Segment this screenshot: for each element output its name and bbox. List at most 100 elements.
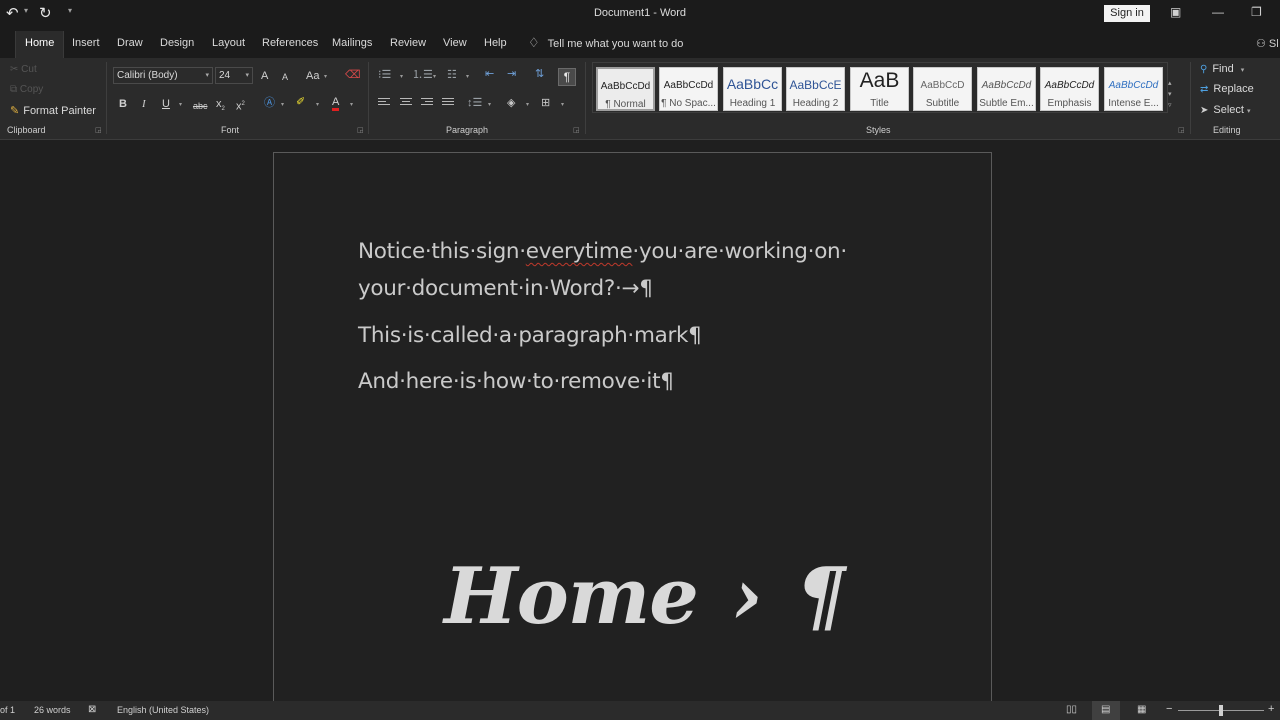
tab-references[interactable]: References <box>262 37 318 49</box>
language-indicator[interactable]: English (United States) <box>117 705 209 715</box>
tab-draw[interactable]: Draw <box>117 37 143 49</box>
underline-button[interactable]: U <box>162 97 170 111</box>
document-page[interactable]: Notice·this·sign·everytime·you·are·worki… <box>273 152 992 712</box>
paragraph-2[interactable]: This·is·called·a·paragraph·mark¶ <box>358 323 702 348</box>
style-no-spacing[interactable]: AaBbCcDd ¶ No Spac... <box>659 67 718 111</box>
read-mode-icon[interactable]: ▯▯ <box>1066 704 1077 715</box>
proofing-icon[interactable]: ⊠ <box>88 704 96 715</box>
sort-icon[interactable]: ⇅ <box>535 67 544 81</box>
zoom-out-icon[interactable]: − <box>1166 703 1172 715</box>
paragraph-1-line-1[interactable]: Notice·this·sign·everytime·you·are·worki… <box>358 239 847 264</box>
paragraph-3[interactable]: And·here·is·how·to·remove·it¶ <box>358 369 674 394</box>
styles-scroll[interactable]: ▴ ▾ ▿ <box>1168 78 1172 111</box>
divider <box>368 62 369 134</box>
font-size-combo[interactable]: 24 ▾ <box>215 67 253 84</box>
clear-formatting-icon[interactable]: ⌫ <box>345 68 361 82</box>
tab-mailings[interactable]: Mailings <box>332 37 372 49</box>
text-run: ·you·are·working·on· <box>632 239 847 264</box>
zoom-slider-thumb[interactable] <box>1219 705 1223 716</box>
tab-review[interactable]: Review <box>390 37 426 49</box>
restore-icon[interactable]: ❐ <box>1251 5 1262 19</box>
justify-icon[interactable] <box>442 98 454 108</box>
tell-me-label: Tell me what you want to do <box>547 38 684 50</box>
align-center-icon[interactable] <box>400 98 412 108</box>
highlight-icon[interactable]: ✐ <box>296 95 305 109</box>
bullets-icon[interactable]: ⁝☰ <box>378 68 391 82</box>
strikethrough-button[interactable]: abc <box>193 99 208 113</box>
tab-home[interactable]: Home <box>15 31 65 58</box>
line-spacing-icon[interactable]: ↕☰ <box>467 96 482 110</box>
ribbon-tabs: Home Insert Draw Design Layout Reference… <box>0 28 1280 58</box>
font-launcher-icon[interactable]: ◲ <box>357 126 364 134</box>
divider <box>585 62 586 134</box>
tab-help[interactable]: Help <box>484 37 507 49</box>
style-heading-2[interactable]: AaBbCcE Heading 2 <box>786 67 845 111</box>
chevron-down-icon[interactable]: ▾ <box>466 73 469 80</box>
multilevel-list-icon[interactable]: ☷ <box>447 68 457 82</box>
zoom-in-icon[interactable]: + <box>1268 703 1274 715</box>
superscript-button[interactable]: x2 <box>236 97 245 114</box>
style-subtle-emphasis[interactable]: AaBbCcDd Subtle Em... <box>977 67 1036 111</box>
cut-button[interactable]: ✂ Cut <box>10 64 37 75</box>
style-name: Emphasis <box>1047 98 1092 109</box>
chevron-down-icon[interactable]: ▾ <box>400 73 403 80</box>
show-hide-paragraph-marks-button[interactable]: ¶ <box>558 68 576 86</box>
share-button[interactable]: ⚇ Sl <box>1256 37 1279 50</box>
subscript-button[interactable]: x2 <box>216 97 225 116</box>
chevron-down-icon[interactable]: ▾ <box>526 101 529 108</box>
paragraph-launcher-icon[interactable]: ◲ <box>573 126 580 134</box>
numbering-icon[interactable]: ⒈☰ <box>412 68 433 82</box>
style-heading-1[interactable]: AaBbCc Heading 1 <box>723 67 782 111</box>
select-button[interactable]: ➤ Select ▾ <box>1200 104 1251 116</box>
shading-icon[interactable]: ◈ <box>507 96 515 110</box>
chevron-down-icon[interactable]: ▾ <box>350 101 353 108</box>
find-button[interactable]: ⚲ Find ▾ <box>1200 63 1244 75</box>
chevron-down-icon[interactable]: ▾ <box>281 101 284 108</box>
font-name-combo[interactable]: Calibri (Body) ▾ <box>113 67 213 84</box>
font-color-button[interactable]: A <box>332 96 340 111</box>
tab-view[interactable]: View <box>443 37 467 49</box>
replace-button[interactable]: ⇄ Replace <box>1200 83 1254 95</box>
style-intense-emphasis[interactable]: AaBbCcDd Intense E... <box>1104 67 1163 111</box>
tab-design[interactable]: Design <box>160 37 194 49</box>
format-painter-button[interactable]: ✎ Format Painter <box>10 104 96 117</box>
style-normal[interactable]: AaBbCcDd ¶ Normal <box>596 67 655 111</box>
word-count[interactable]: 26 words <box>34 705 71 715</box>
misspelled-word[interactable]: everytime <box>526 239 633 264</box>
page-count[interactable]: of 1 <box>0 705 15 715</box>
grow-font-button[interactable]: A <box>261 69 268 83</box>
borders-icon[interactable]: ⊞ <box>541 96 550 110</box>
text-effects-icon[interactable]: Ⓐ <box>264 96 275 110</box>
increase-indent-icon[interactable]: ⇥ <box>507 67 516 81</box>
chevron-down-icon[interactable]: ▾ <box>316 101 319 108</box>
print-layout-icon[interactable]: ▤ <box>1101 704 1110 715</box>
shrink-font-button[interactable]: A <box>282 70 288 84</box>
chevron-down-icon[interactable]: ▾ <box>488 101 491 108</box>
align-right-icon[interactable] <box>421 98 433 108</box>
italic-button[interactable]: I <box>142 97 146 111</box>
cursor-arrow-icon: ➤ <box>1200 105 1209 116</box>
bold-button[interactable]: B <box>119 97 127 111</box>
styles-launcher-icon[interactable]: ◲ <box>1178 126 1185 134</box>
chevron-down-icon[interactable]: ▾ <box>433 73 436 80</box>
copy-button[interactable]: ⧉ Copy <box>10 84 43 95</box>
align-left-icon[interactable] <box>378 98 390 108</box>
chevron-down-icon[interactable]: ▾ <box>561 101 564 108</box>
tab-layout[interactable]: Layout <box>212 37 245 49</box>
change-case-button[interactable]: Aa <box>306 69 319 83</box>
chevron-down-icon[interactable]: ▾ <box>324 73 327 80</box>
clipboard-launcher-icon[interactable]: ◲ <box>95 126 102 134</box>
paragraph-1-line-2[interactable]: your·document·in·Word?·→¶ <box>358 276 653 301</box>
style-subtitle[interactable]: AaBbCcD Subtitle <box>913 67 972 111</box>
sign-in-button[interactable]: Sign in <box>1104 5 1150 22</box>
minimize-icon[interactable]: — <box>1212 5 1224 19</box>
style-emphasis[interactable]: AaBbCcDd Emphasis <box>1040 67 1099 111</box>
style-name: Heading 2 <box>792 98 839 109</box>
tab-insert[interactable]: Insert <box>72 37 100 49</box>
web-layout-icon[interactable]: ▦ <box>1137 704 1146 715</box>
style-title[interactable]: AaB Title <box>850 67 909 111</box>
decrease-indent-icon[interactable]: ⇤ <box>485 67 494 81</box>
chevron-down-icon[interactable]: ▾ <box>179 101 182 108</box>
tell-me-search[interactable]: ♢ Tell me what you want to do <box>528 35 683 51</box>
ribbon-display-options-icon[interactable]: ▣ <box>1170 5 1181 19</box>
